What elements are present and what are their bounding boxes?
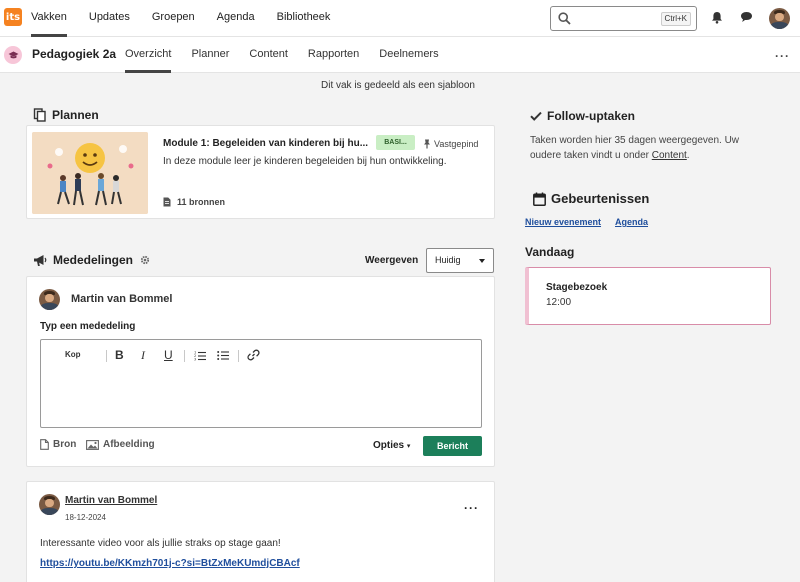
plannen-heading: Plannen [33,108,99,122]
search-icon [558,12,571,25]
course-navigation-bar: Pedagogiek 2a Overzicht Planner Content … [0,37,800,73]
plan-card[interactable]: Module 1: Begeleiden van kinderen bij hu… [26,125,495,219]
post-avatar [39,494,60,515]
tab-deelnemers[interactable]: Deelnemers [379,37,438,73]
post-announcement-button[interactable]: Bericht [423,436,482,456]
course-icon [4,46,22,64]
plannen-title: Plannen [52,108,99,122]
italic-button[interactable]: I [141,348,145,363]
graduation-cap-icon [8,51,18,58]
course-title: Pedagogiek 2a [32,47,117,61]
event-title: Stagebezoek [546,282,608,293]
mededelingen-title: Mededelingen [53,253,134,267]
post-more-icon[interactable]: ··· [464,501,479,515]
gear-icon[interactable] [140,255,150,265]
more-options-icon[interactable]: ··· [775,49,790,63]
svg-text:3: 3 [194,358,196,362]
checkmark-icon [530,111,542,121]
follow-up-text: Taken worden hier 35 dagen weergegeven. … [530,135,740,161]
attach-source-label: Bron [53,439,77,450]
announcement-post: Martin van Bommel 18-12-2024 ··· Interes… [26,481,495,582]
follow-up-content-link[interactable]: Content [652,150,687,161]
announcement-composer: Martin van Bommel Typ een mededeling Kop… [26,276,495,467]
copy-document-icon [33,108,46,122]
global-search[interactable]: Ctrl+K [550,6,697,31]
plan-thumbnail [32,132,148,214]
chevron-down-icon: ▾ [406,443,411,450]
bullet-list-icon[interactable] [217,350,229,361]
agenda-link[interactable]: Agenda [615,217,648,227]
composer-author: Martin van Bommel [71,293,173,305]
search-input[interactable] [577,10,657,27]
nav-bibliotheek[interactable]: Bibliotheek [277,0,331,37]
post-text: Interessante video voor als jullie strak… [40,538,281,549]
follow-up-heading: Follow-uptaken [530,109,635,123]
main-nav: Vakken Updates Groepen Agenda Bibliothee… [31,0,352,37]
its-logo[interactable]: its [4,8,22,26]
heading-dropdown[interactable]: Kop [65,350,81,359]
post-date: 18-12-2024 [65,513,106,522]
event-card[interactable]: Stagebezoek 12:00 [525,267,771,325]
new-event-link[interactable]: Nieuw evenement [525,217,601,227]
link-icon[interactable] [247,349,260,361]
pinned-label: Vastgepind [434,139,479,149]
bell-icon[interactable] [711,11,723,24]
attach-image-label: Afbeelding [103,439,155,450]
file-icon [40,439,49,450]
resources-count: 11 bronnen [177,197,226,207]
bold-button[interactable]: B [115,348,124,362]
nav-updates[interactable]: Updates [89,0,130,37]
user-avatar[interactable] [769,8,790,29]
calendar-icon [533,192,546,206]
plan-title[interactable]: Module 1: Begeleiden van kinderen bij hu… [163,138,368,149]
mededelingen-heading: Mededelingen [33,253,155,267]
composer-label: Typ een mededeling [40,321,136,332]
pinned-indicator: Vastgepind [423,139,478,149]
event-time: 12:00 [546,297,572,308]
post-video-link[interactable]: https://youtu.be/KKmzh701j-c?si=BtZxMeKU… [40,558,300,569]
options-dropdown[interactable]: Opties ▾ [373,440,410,451]
follow-up-title: Follow-uptaken [547,109,635,123]
tab-overzicht[interactable]: Overzicht [125,37,172,73]
plan-resources: 11 bronnen [163,197,225,207]
follow-up-description: Taken worden hier 35 dagen weergegeven. … [530,133,770,163]
megaphone-icon [34,254,47,266]
events-title: Gebeurtenissen [551,191,650,206]
top-navigation-bar: its Vakken Updates Groepen Agenda Biblio… [0,0,800,37]
numbered-list-icon[interactable]: 123 [194,350,206,361]
underline-button[interactable]: U [164,348,173,362]
plan-description: In deze module leer je kinderen begeleid… [163,156,447,167]
tab-planner[interactable]: Planner [191,37,229,73]
plan-level-badge: BASI... [376,135,415,150]
weergeven-select[interactable]: Huidig [426,248,494,273]
post-author-link[interactable]: Martin van Bommel [65,495,157,506]
weergeven-label: Weergeven [365,255,419,266]
template-notice: Dit vak is gedeeld als een sjabloon [321,80,475,91]
image-icon [86,439,99,450]
today-heading: Vandaag [525,245,575,259]
chat-icon[interactable] [740,11,753,23]
chevron-down-icon [479,259,485,263]
nav-vakken[interactable]: Vakken [31,0,67,37]
course-tabs: Overzicht Planner Content Rapporten Deel… [125,37,459,73]
attach-image-button[interactable]: Afbeelding [86,439,155,450]
nav-agenda[interactable]: Agenda [217,0,255,37]
announcement-editor[interactable]: Kop B I U 123 [40,339,482,428]
weergeven-value: Huidig [435,255,461,265]
search-shortcut: Ctrl+K [660,12,691,26]
nav-groepen[interactable]: Groepen [152,0,195,37]
document-icon [163,197,171,207]
follow-up-text-end: . [686,150,690,161]
composer-avatar [39,289,60,310]
options-label: Opties [373,440,405,451]
attach-source-button[interactable]: Bron [40,439,76,450]
pin-icon [424,139,430,149]
tab-content[interactable]: Content [249,37,288,73]
tab-rapporten[interactable]: Rapporten [308,37,359,73]
events-heading: Gebeurtenissen [533,191,649,206]
